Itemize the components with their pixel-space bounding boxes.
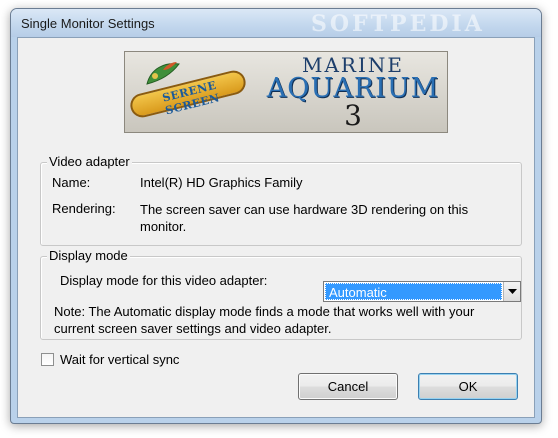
- display-mode-selected-value: Automatic: [325, 283, 502, 300]
- display-mode-select[interactable]: Automatic: [323, 281, 521, 302]
- name-label: Name:: [52, 175, 91, 190]
- dialog-window: Single Monitor Settings SOFTPEDIA SERENE…: [10, 8, 542, 424]
- product-title: MARINE AQUARIUM 3: [261, 54, 445, 130]
- display-mode-note: Note: The Automatic display mode finds a…: [54, 304, 475, 336]
- rendering-value: The screen saver can use hardware 3D ren…: [140, 202, 469, 234]
- display-mode-group: Display mode Display mode for this video…: [40, 248, 522, 340]
- dialog-client-area: SERENE SCREEN MARINE AQUARIUM 3 Video ad…: [17, 37, 535, 418]
- leaf-icon: [146, 62, 180, 85]
- window-title: Single Monitor Settings: [21, 16, 155, 31]
- cancel-button[interactable]: Cancel: [298, 373, 398, 400]
- product-line-3: 3: [344, 99, 362, 132]
- ok-button[interactable]: OK: [418, 373, 518, 400]
- display-mode-legend: Display mode: [47, 248, 130, 263]
- product-banner: SERENE SCREEN MARINE AQUARIUM 3: [124, 51, 448, 133]
- video-adapter-legend: Video adapter: [47, 154, 132, 169]
- video-adapter-group: Video adapter Name: Intel(R) HD Graphics…: [40, 154, 522, 246]
- display-mode-select-label: Display mode for this video adapter:: [60, 273, 268, 288]
- chevron-down-icon: [507, 288, 517, 294]
- title-bar[interactable]: Single Monitor Settings SOFTPEDIA: [11, 9, 541, 37]
- name-value: Intel(R) HD Graphics Family: [140, 175, 303, 190]
- vsync-checkbox[interactable]: [41, 353, 54, 366]
- dropdown-button[interactable]: [503, 282, 520, 301]
- rendering-label: Rendering:: [52, 201, 116, 216]
- vsync-label[interactable]: Wait for vertical sync: [60, 352, 179, 367]
- serene-screen-logo: SERENE SCREEN: [127, 58, 253, 130]
- watermark: SOFTPEDIA: [311, 11, 485, 37]
